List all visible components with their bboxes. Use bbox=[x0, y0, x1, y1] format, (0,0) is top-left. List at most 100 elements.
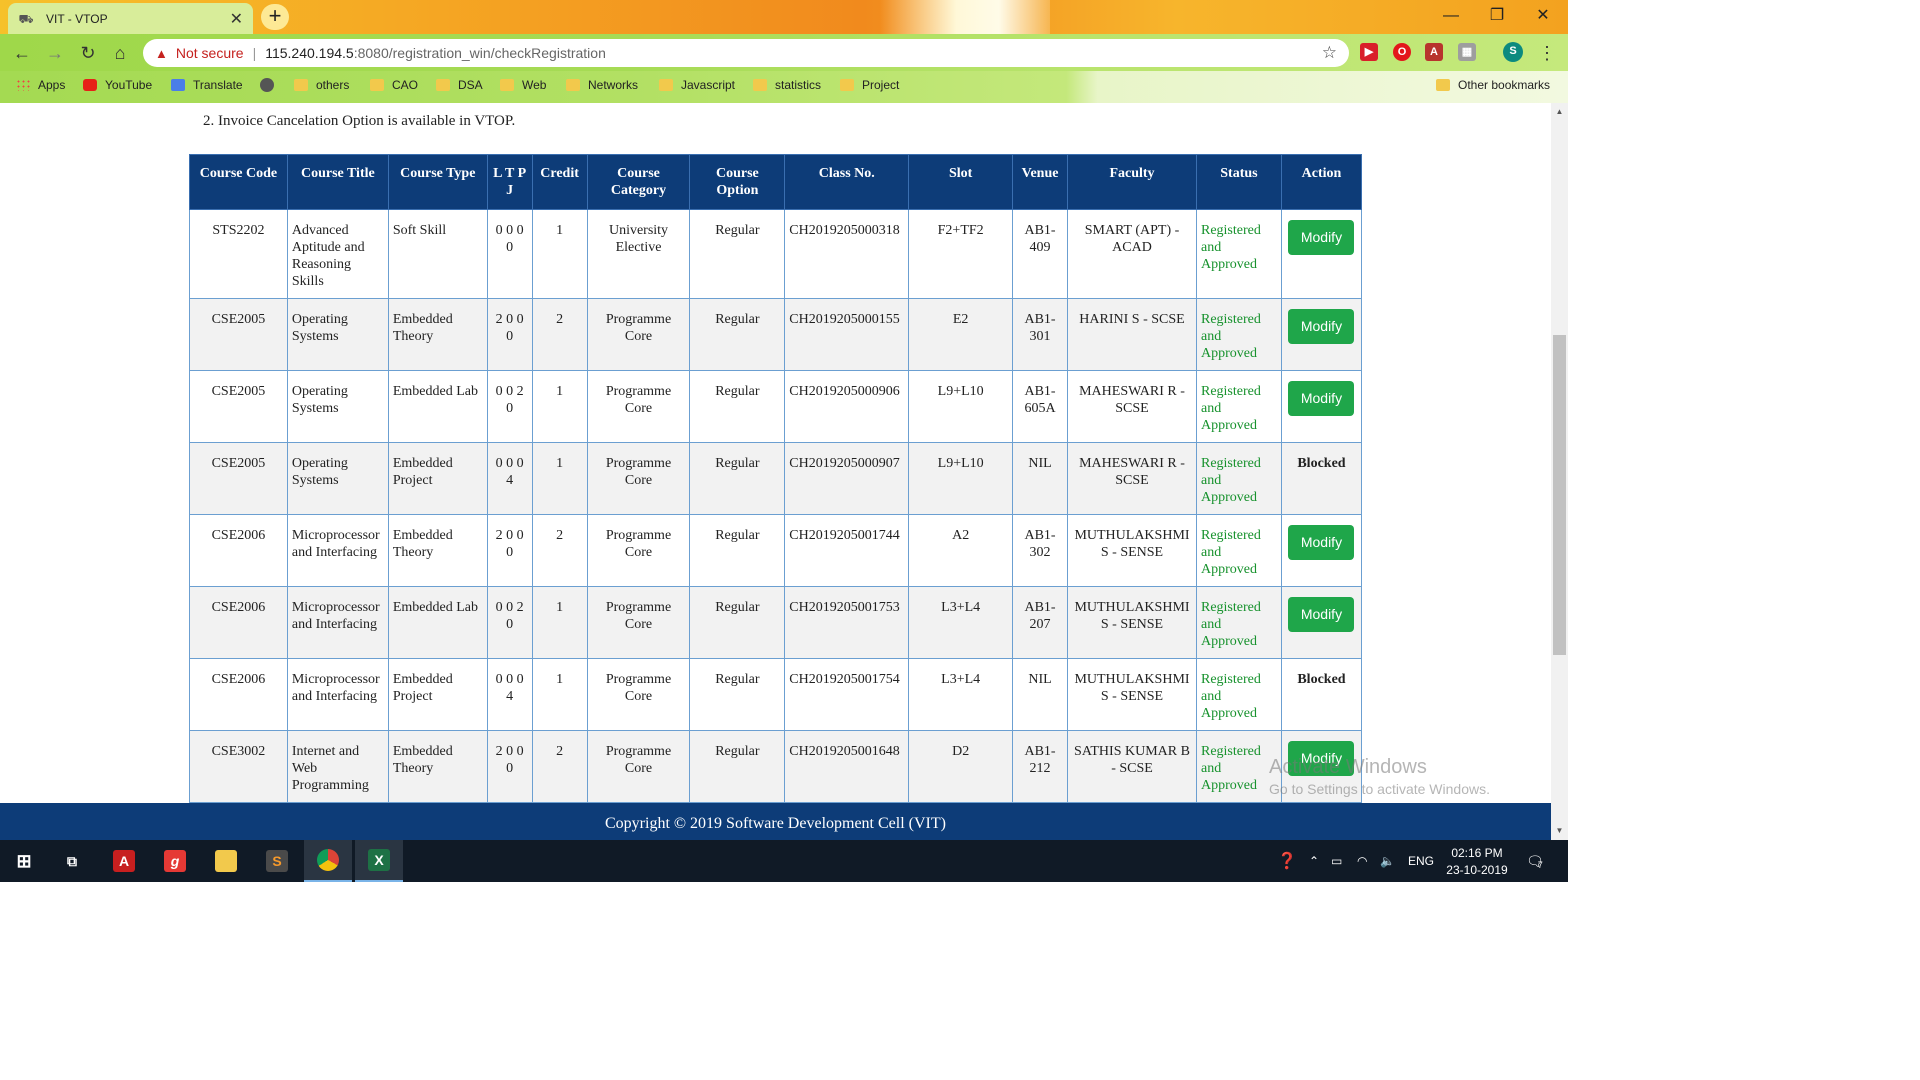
folder-icon bbox=[1436, 79, 1450, 91]
tray-chevron-up-icon[interactable]: ⌃ bbox=[1309, 840, 1319, 882]
profile-avatar[interactable]: S bbox=[1503, 42, 1523, 62]
bookmark-globe[interactable] bbox=[260, 78, 282, 92]
column-header: Faculty bbox=[1067, 154, 1197, 210]
modify-button[interactable]: Modify bbox=[1288, 381, 1355, 416]
course-category-text: Programme Core bbox=[605, 312, 672, 344]
notification-count: 7 bbox=[1537, 860, 1543, 870]
bookmark-networks[interactable]: Networks bbox=[566, 78, 638, 92]
help-icon[interactable]: ❓ bbox=[1277, 840, 1297, 882]
forward-icon[interactable]: → bbox=[42, 40, 68, 66]
bookmark-statistics[interactable]: statistics bbox=[753, 78, 821, 92]
course-code-cell: CSE2005 bbox=[189, 370, 288, 443]
class-number-text: CH2019205001648 bbox=[789, 744, 900, 759]
course-option-text: Regular bbox=[715, 672, 760, 687]
bookmark-project[interactable]: Project bbox=[840, 78, 899, 92]
slot-text: L3+L4 bbox=[941, 600, 981, 615]
menu-kebab-icon[interactable]: ⋮ bbox=[1534, 40, 1560, 66]
credit-text: 1 bbox=[556, 672, 564, 687]
tab-close-icon[interactable]: ✕ bbox=[230, 9, 243, 29]
course-category-text: Programme Core bbox=[605, 528, 672, 560]
action-cell: Modify bbox=[1280, 586, 1363, 659]
credit-cell: 1 bbox=[531, 209, 588, 299]
course-option-cell: Regular bbox=[689, 442, 786, 515]
volume-icon[interactable]: 🔈 bbox=[1380, 840, 1395, 882]
faculty-cell: MUTHULAKSHMI S - SENSE bbox=[1067, 658, 1197, 731]
course-title-cell: Advanced Aptitude and Reasoning Skills bbox=[286, 209, 389, 299]
taskbar-chrome[interactable] bbox=[304, 840, 352, 882]
bookmark-cao[interactable]: CAO bbox=[370, 78, 418, 92]
clock[interactable]: 02:16 PM 23-10-2019 bbox=[1442, 840, 1512, 882]
window-close-button[interactable]: ✕ bbox=[1520, 2, 1566, 30]
extension-pdf-icon[interactable]: A bbox=[1425, 43, 1443, 61]
folder-icon bbox=[215, 850, 237, 872]
course-code-cell: CSE2006 bbox=[189, 658, 288, 731]
restore-button[interactable]: ❐ bbox=[1474, 2, 1520, 30]
notification-center-icon[interactable]: 🗨 7 bbox=[1526, 840, 1544, 882]
credit-text: 1 bbox=[556, 223, 564, 238]
bookmark-apps[interactable]: Apps bbox=[16, 78, 65, 92]
course-code-cell: CSE2005 bbox=[189, 298, 288, 371]
column-header: Slot bbox=[908, 154, 1014, 210]
bookmark-translate[interactable]: Translate bbox=[171, 78, 243, 92]
taskbar-excel[interactable]: X bbox=[355, 840, 403, 882]
course-code-text: CSE3002 bbox=[211, 744, 266, 759]
language-indicator[interactable]: ENG bbox=[1408, 840, 1434, 882]
scroll-up-icon[interactable]: ▲ bbox=[1551, 105, 1568, 119]
course-type-text: Embedded Lab bbox=[392, 384, 478, 399]
course-type-cell: Embedded Project bbox=[387, 442, 488, 515]
course-code-cell: CSE2005 bbox=[189, 442, 288, 515]
start-button[interactable]: ⊞ bbox=[0, 840, 48, 882]
bookmark-star-icon[interactable]: ☆ bbox=[1322, 43, 1337, 63]
taskbar-file-explorer[interactable] bbox=[202, 840, 250, 882]
venue-text: AB1-605A bbox=[1024, 384, 1056, 416]
bookmark-web[interactable]: Web bbox=[500, 78, 546, 92]
action-cell: Modify bbox=[1280, 370, 1363, 443]
tab-strip: ⛟ VIT - VTOP ✕ + — ❐ ✕ bbox=[0, 0, 1568, 34]
minimize-button[interactable]: — bbox=[1428, 2, 1474, 30]
course-code-text: CSE2006 bbox=[211, 528, 266, 543]
modify-button[interactable]: Modify bbox=[1288, 220, 1355, 255]
task-view-button[interactable]: ⧉ bbox=[48, 840, 96, 882]
extension-grid-icon[interactable]: ▦ bbox=[1458, 43, 1476, 61]
course-type-text: Embedded Theory bbox=[392, 528, 453, 560]
page-scrollbar[interactable]: ▲ ▼ bbox=[1551, 103, 1568, 840]
modify-button[interactable]: Modify bbox=[1288, 309, 1355, 344]
course-option-text: Regular bbox=[715, 456, 760, 471]
course-title-text: Advanced Aptitude and Reasoning Skills bbox=[291, 223, 365, 289]
course-type-text: Soft Skill bbox=[392, 223, 447, 238]
bookmark-other-bookmarks[interactable]: Other bookmarks bbox=[1436, 78, 1550, 92]
taskbar-acrobat[interactable]: A bbox=[100, 840, 148, 882]
invoice-notice: 2. Invoice Cancelation Option is availab… bbox=[203, 113, 516, 129]
course-code-cell: STS2202 bbox=[189, 209, 288, 299]
taskbar-sublime[interactable]: S bbox=[253, 840, 301, 882]
extension-opera-icon[interactable]: O bbox=[1393, 43, 1411, 61]
taskbar-g-app[interactable]: g bbox=[151, 840, 199, 882]
status-cell: Registered and Approved bbox=[1195, 209, 1282, 299]
scroll-down-icon[interactable]: ▼ bbox=[1551, 824, 1568, 838]
home-icon[interactable]: ⌂ bbox=[107, 40, 133, 66]
course-title-cell: Operating Systems bbox=[286, 442, 389, 515]
modify-button[interactable]: Modify bbox=[1288, 525, 1355, 560]
scrollbar-thumb[interactable] bbox=[1553, 335, 1566, 655]
wifi-icon[interactable]: ◠ bbox=[1357, 840, 1367, 882]
course-type-text: Embedded Theory bbox=[392, 312, 453, 344]
modify-button[interactable]: Modify bbox=[1288, 597, 1355, 632]
back-icon[interactable]: ← bbox=[9, 40, 35, 66]
new-tab-button[interactable]: + bbox=[261, 4, 289, 30]
reload-icon[interactable]: ↻ bbox=[75, 40, 101, 66]
bookmark-javascript[interactable]: Javascript bbox=[659, 78, 735, 92]
extension-red-icon[interactable]: ▶ bbox=[1360, 43, 1378, 61]
course-type-cell: Embedded Project bbox=[387, 658, 488, 731]
bookmark-youtube[interactable]: YouTube bbox=[83, 78, 152, 92]
browser-tab[interactable]: ⛟ VIT - VTOP ✕ bbox=[8, 3, 253, 34]
tab-title: VIT - VTOP bbox=[46, 11, 108, 26]
venue-text: AB1-302 bbox=[1024, 528, 1056, 560]
course-category-cell: University Elective bbox=[586, 209, 691, 299]
battery-icon[interactable]: ▭ bbox=[1331, 840, 1342, 882]
slot-text: L9+L10 bbox=[937, 456, 984, 471]
status-cell: Registered and Approved bbox=[1195, 586, 1282, 659]
address-bar[interactable]: ▲ Not secure | 115.240.194.5:8080/regist… bbox=[143, 39, 1349, 67]
bookmark-others[interactable]: others bbox=[294, 78, 349, 92]
table-row: STS2202 Advanced Aptitude and Reasoning S… bbox=[189, 209, 1363, 299]
bookmark-dsa[interactable]: DSA bbox=[436, 78, 483, 92]
